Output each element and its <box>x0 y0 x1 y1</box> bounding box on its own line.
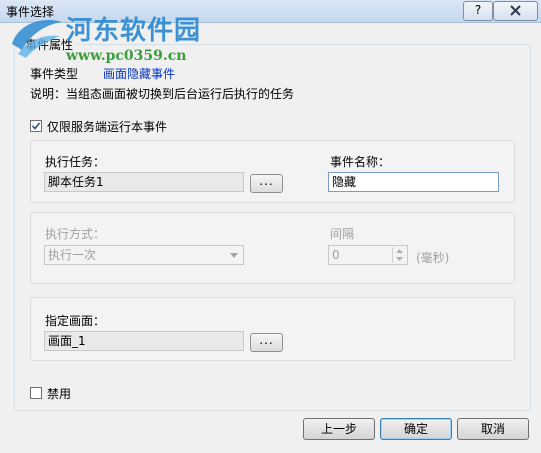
exec-mode-label: 执行方式： <box>45 227 106 241</box>
disable-label: 禁用 <box>47 387 72 401</box>
exec-mode-value: 执行一次 <box>48 248 97 262</box>
close-icon <box>510 5 521 16</box>
cancel-button[interactable]: 取消 <box>457 418 529 440</box>
event-type-value[interactable]: 画面隐藏事件 <box>103 65 175 82</box>
task-field[interactable]: 脚本任务1 <box>44 172 244 192</box>
watermark-logo-icon <box>12 20 62 58</box>
interval-value: 0 <box>332 248 340 262</box>
ok-button[interactable]: 确定 <box>380 418 452 440</box>
task-browse-button[interactable]: ... <box>250 174 283 193</box>
event-type-label: 事件类型 <box>30 67 79 81</box>
spin-down-icon <box>396 257 403 261</box>
screen-field[interactable]: 画面_1 <box>44 331 244 351</box>
prev-button[interactable]: 上一步 <box>303 418 375 440</box>
interval-label: 间隔 <box>330 227 355 241</box>
screen-label: 指定画面： <box>45 314 106 328</box>
spin-buttons[interactable] <box>392 247 406 263</box>
close-button[interactable] <box>493 1 538 21</box>
server-only-label: 仅限服务端运行本事件 <box>47 120 168 134</box>
server-only-checkbox[interactable] <box>30 120 42 132</box>
description-text: 说明：当组态画面被切换到后台运行后执行的任务 <box>30 87 295 101</box>
screen-browse-button[interactable]: ... <box>250 333 283 352</box>
watermark-url: www.pc0359.cn <box>66 48 187 64</box>
exec-mode-select[interactable]: 执行一次 <box>44 245 244 265</box>
watermark-name: 河东软件园 <box>66 16 202 46</box>
disable-checkbox[interactable] <box>30 387 42 399</box>
event-name-label: 事件名称： <box>330 155 391 169</box>
interval-unit: (毫秒) <box>416 251 450 265</box>
task-label: 执行任务： <box>45 155 106 169</box>
spin-up-icon <box>396 249 403 253</box>
help-button[interactable]: ? <box>463 1 493 21</box>
chevron-down-icon <box>230 253 238 258</box>
interval-spinbox[interactable]: 0 <box>328 245 408 265</box>
event-name-input[interactable]: 隐藏 <box>328 172 499 192</box>
checkmark-icon <box>31 122 41 130</box>
